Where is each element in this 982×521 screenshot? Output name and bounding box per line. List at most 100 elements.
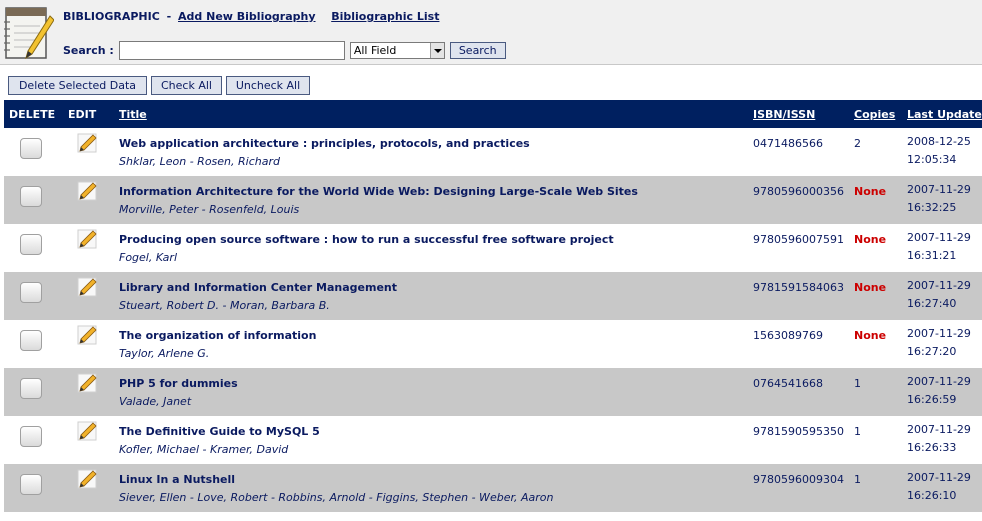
title-cell: PHP 5 for dummies Valade, Janet: [119, 368, 753, 416]
book-title-link[interactable]: Library and Information Center Managemen…: [119, 281, 753, 294]
copies-cell: None: [854, 176, 907, 224]
table-row: The Definitive Guide to MySQL 5 Kofler, M…: [4, 416, 982, 464]
checkbox-icon[interactable]: [20, 330, 42, 351]
column-copies[interactable]: Copies: [854, 100, 907, 128]
delete-cell: [4, 128, 64, 176]
last-update-cell: 2007-11-29 16:27:20: [907, 320, 982, 368]
edit-cell: [64, 464, 119, 512]
last-update-cell: 2007-11-29 16:26:59: [907, 368, 982, 416]
checkbox-icon[interactable]: [20, 138, 42, 159]
book-title-link[interactable]: Producing open source software : how to …: [119, 233, 753, 246]
table-row: Producing open source software : how to …: [4, 224, 982, 272]
copies-cell: None: [854, 320, 907, 368]
notebook-pencil-icon: [4, 7, 54, 60]
update-time: 16:27:40: [907, 297, 957, 310]
pencil-icon[interactable]: [77, 229, 97, 249]
pencil-icon[interactable]: [77, 325, 97, 345]
isbn-value: 9780596000356: [753, 185, 844, 198]
isbn-cell: 9781590595350: [753, 416, 854, 464]
update-time: 16:32:25: [907, 201, 957, 214]
book-authors: Kofler, Michael - Kramer, David: [119, 443, 289, 456]
search-label: Search :: [63, 44, 114, 57]
section-title: BIBLIOGRAPHIC: [63, 10, 160, 23]
pencil-icon[interactable]: [77, 181, 97, 201]
table-row: Linux In a Nutshell Siever, Ellen - Love,…: [4, 464, 982, 512]
edit-cell: [64, 320, 119, 368]
pencil-icon[interactable]: [77, 133, 97, 153]
checkbox-icon[interactable]: [20, 282, 42, 303]
search-field-select[interactable]: All Field: [349, 42, 445, 59]
book-title-link[interactable]: PHP 5 for dummies: [119, 377, 753, 390]
copies-value: 1: [854, 425, 861, 438]
pencil-icon[interactable]: [77, 469, 97, 489]
delete-cell: [4, 224, 64, 272]
column-title[interactable]: Title: [119, 100, 753, 128]
pencil-icon[interactable]: [77, 421, 97, 441]
update-time: 16:26:59: [907, 393, 957, 406]
edit-cell: [64, 128, 119, 176]
title-cell: Linux In a Nutshell Siever, Ellen - Love,…: [119, 464, 753, 512]
chevron-down-icon[interactable]: [429, 43, 444, 58]
action-bar: Delete Selected Data Check All Uncheck A…: [0, 72, 982, 99]
check-all-button[interactable]: Check All: [151, 76, 222, 95]
search-field-selected: All Field: [353, 44, 397, 57]
book-title-link[interactable]: The organization of information: [119, 329, 753, 342]
update-date: 2007-11-29: [907, 327, 971, 340]
column-last-update[interactable]: Last Update: [907, 100, 982, 128]
copies-value: 1: [854, 377, 861, 390]
book-title-link[interactable]: The Definitive Guide to MySQL 5: [119, 425, 753, 438]
isbn-value: 9780596009304: [753, 473, 844, 486]
book-title-link[interactable]: Information Architecture for the World W…: [119, 185, 753, 198]
isbn-cell: 0764541668: [753, 368, 854, 416]
title-cell: Library and Information Center Managemen…: [119, 272, 753, 320]
checkbox-icon[interactable]: [20, 186, 42, 207]
isbn-value: 9780596007591: [753, 233, 844, 246]
uncheck-all-button[interactable]: Uncheck All: [226, 76, 310, 95]
column-isbn[interactable]: ISBN/ISSN: [753, 100, 854, 128]
isbn-value: 9781590595350: [753, 425, 844, 438]
delete-selected-button[interactable]: Delete Selected Data: [8, 76, 147, 95]
edit-cell: [64, 224, 119, 272]
table-row: Information Architecture for the World W…: [4, 176, 982, 224]
edit-cell: [64, 368, 119, 416]
isbn-cell: 0471486566: [753, 128, 854, 176]
last-update-cell: 2008-12-25 12:05:34: [907, 128, 982, 176]
checkbox-icon[interactable]: [20, 234, 42, 255]
checkbox-icon[interactable]: [20, 474, 42, 495]
checkbox-icon[interactable]: [20, 426, 42, 447]
copies-cell: None: [854, 272, 907, 320]
book-authors: Fogel, Karl: [119, 251, 177, 264]
book-title-link[interactable]: Web application architecture : principle…: [119, 137, 753, 150]
search-button[interactable]: Search: [449, 42, 506, 59]
checkbox-icon[interactable]: [20, 378, 42, 399]
isbn-value: 9781591584063: [753, 281, 844, 294]
title-cell: The organization of information Taylor, A…: [119, 320, 753, 368]
last-update-cell: 2007-11-29 16:32:25: [907, 176, 982, 224]
update-date: 2007-11-29: [907, 423, 971, 436]
search-input[interactable]: [118, 41, 345, 60]
pencil-icon[interactable]: [77, 277, 97, 297]
update-date: 2008-12-25: [907, 135, 971, 148]
book-authors: Morville, Peter - Rosenfeld, Louis: [119, 203, 300, 216]
bibliographic-list-link[interactable]: Bibliographic List: [331, 10, 439, 23]
isbn-cell: 9780596009304: [753, 464, 854, 512]
update-time: 16:26:10: [907, 489, 957, 502]
update-date: 2007-11-29: [907, 183, 971, 196]
book-authors: Siever, Ellen - Love, Robert - Robbins, …: [119, 491, 554, 504]
edit-cell: [64, 176, 119, 224]
copies-value: 1: [854, 473, 861, 486]
table-row: Web application architecture : principle…: [4, 128, 982, 176]
pencil-icon[interactable]: [77, 373, 97, 393]
update-time: 16:27:20: [907, 345, 957, 358]
update-date: 2007-11-29: [907, 231, 971, 244]
last-update-cell: 2007-11-29 16:26:33: [907, 416, 982, 464]
copies-cell: 2: [854, 128, 907, 176]
edit-cell: [64, 416, 119, 464]
add-new-bibliography-link[interactable]: Add New Bibliography: [178, 10, 315, 23]
book-title-link[interactable]: Linux In a Nutshell: [119, 473, 753, 486]
copies-cell: 1: [854, 416, 907, 464]
table-row: Library and Information Center Managemen…: [4, 272, 982, 320]
update-date: 2007-11-29: [907, 279, 971, 292]
title-cell: The Definitive Guide to MySQL 5 Kofler, M…: [119, 416, 753, 464]
isbn-value: 1563089769: [753, 329, 823, 342]
